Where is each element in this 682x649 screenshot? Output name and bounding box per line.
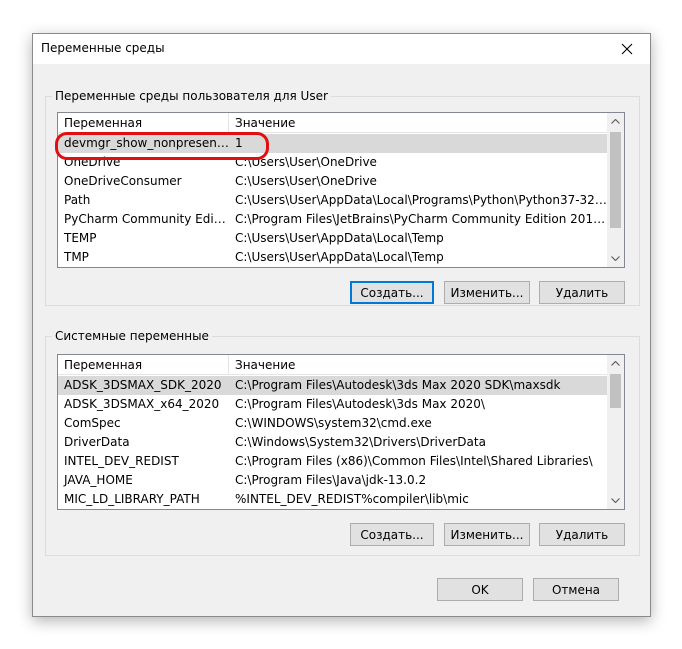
dialog-title: Переменные среды [41,41,165,55]
user-delete-button-label: Удалить [555,285,609,300]
scroll-thumb[interactable] [610,374,621,408]
cancel-button-label: Отмена [551,582,601,597]
system-list-header: Переменная Значение [58,355,607,375]
title-bar[interactable]: Переменные среды [33,34,650,64]
system-edit-button-label: Изменить... [450,527,524,542]
table-row[interactable]: PyCharm Community Edition C:\Program File… [58,210,607,229]
chevron-down-icon [611,256,620,261]
table-row[interactable]: ADSK_3DSMAX_x64_2020 C:\Program Files\Aut… [58,395,607,414]
scroll-down-button[interactable] [607,492,624,509]
variable-value-cell: C:\Users\User\AppData\Local\Programs\Pyt… [235,193,607,207]
system-variables-group-label: Системные переменные [52,329,212,343]
table-row[interactable]: TEMP C:\Users\User\AppData\Local\Temp [58,229,607,248]
variable-name-cell: TEMP [64,231,97,245]
variable-name-cell: INTEL_DEV_REDIST [64,454,179,468]
scroll-down-button[interactable] [607,250,624,267]
user-list-scrollbar[interactable] [607,113,624,267]
cancel-button[interactable]: Отмена [533,578,619,601]
table-row[interactable]: ComSpec C:\WINDOWS\system32\cmd.exe [58,414,607,433]
variable-name-cell: JAVA_HOME [64,473,133,487]
table-row[interactable]: JAVA_HOME C:\Program Files\Java\jdk-13.0.… [58,471,607,490]
table-row[interactable]: MIC_LD_LIBRARY_PATH %INTEL_DEV_REDIST%com… [58,490,607,509]
table-row[interactable]: TMP C:\Users\User\AppData\Local\Temp [58,248,607,267]
column-header-value[interactable]: Значение [229,355,607,375]
system-list-body: ADSK_3DSMAX_SDK_2020 C:\Program Files\Aut… [58,376,607,509]
user-variables-list[interactable]: Переменная Значение devmgr_show_nonprese… [57,112,625,268]
variable-value-cell: C:\Windows\System32\Drivers\DriverData [235,435,486,449]
chevron-down-icon [611,498,620,503]
system-variables-list[interactable]: Переменная Значение ADSK_3DSMAX_SDK_2020… [57,354,625,510]
system-delete-button[interactable]: Удалить [539,523,625,546]
system-new-button-label: Создать... [360,527,424,542]
variable-value-cell: C:\Program Files\Java\jdk-13.0.2 [235,473,427,487]
user-variables-group-label: Переменные среды пользователя для User [52,89,331,103]
close-button[interactable] [604,34,650,64]
variable-value-cell: C:\Users\User\AppData\Local\Temp [235,231,444,245]
variable-name-cell: devmgr_show_nonpresent_d... [64,136,229,150]
variable-name-cell: PyCharm Community Edition [64,212,229,226]
system-edit-button[interactable]: Изменить... [444,523,530,546]
user-list-header: Переменная Значение [58,113,607,133]
scroll-up-button[interactable] [607,113,624,130]
column-header-variable[interactable]: Переменная [58,113,229,133]
variable-value-cell: C:\Users\User\AppData\Local\Temp [235,250,444,264]
table-row[interactable]: DriverData C:\Windows\System32\Drivers\Dr… [58,433,607,452]
variable-value-cell: C:\WINDOWS\system32\cmd.exe [235,416,432,430]
user-edit-button[interactable]: Изменить... [444,281,530,304]
table-row[interactable]: OneDriveConsumer C:\Users\User\OneDrive [58,172,607,191]
variable-name-cell: ADSK_3DSMAX_SDK_2020 [64,378,222,392]
close-icon [621,43,633,55]
user-list-body: devmgr_show_nonpresent_d... 1 OneDrive C:\U… [58,134,607,267]
scroll-up-button[interactable] [607,355,624,372]
variable-name-cell: TMP [64,250,89,264]
variable-value-cell: C:\Program Files (x86)\Common Files\Inte… [235,454,593,468]
table-row[interactable]: INTEL_DEV_REDIST C:\Program Files (x86)\C… [58,452,607,471]
variable-value-cell: %INTEL_DEV_REDIST%compiler\lib\mic [235,492,469,506]
column-header-value[interactable]: Значение [229,113,607,133]
variable-name-cell: ADSK_3DSMAX_x64_2020 [64,397,220,411]
variable-name-cell: DriverData [64,435,130,449]
variable-name-cell: Path [64,193,91,207]
column-header-variable[interactable]: Переменная [58,355,229,375]
ok-button-label: OK [471,582,489,597]
system-new-button[interactable]: Создать... [350,523,434,546]
variable-value-cell: C:\Users\User\OneDrive [235,155,377,169]
variable-value-cell: C:\Program Files\JetBrains\PyCharm Commu… [235,212,607,226]
variable-value-cell: 1 [235,136,243,150]
variable-value-cell: C:\Users\User\OneDrive [235,174,377,188]
system-list-scrollbar[interactable] [607,355,624,509]
variable-name-cell: OneDrive [64,155,121,169]
variable-name-cell: MIC_LD_LIBRARY_PATH [64,492,200,506]
chevron-up-icon [611,119,620,124]
table-row[interactable]: Path C:\Users\User\AppData\Local\Programs… [58,191,607,210]
variable-name-cell: ComSpec [64,416,121,430]
user-new-button-label: Создать... [360,285,424,300]
environment-variables-dialog: Переменные среды Переменные среды пользо… [32,33,651,617]
variable-value-cell: C:\Program Files\Autodesk\3ds Max 2020 S… [235,378,561,392]
system-delete-button-label: Удалить [555,527,609,542]
user-delete-button[interactable]: Удалить [539,281,625,304]
user-new-button[interactable]: Создать... [350,281,434,304]
scroll-thumb[interactable] [610,132,621,228]
user-edit-button-label: Изменить... [450,285,524,300]
table-row[interactable]: devmgr_show_nonpresent_d... 1 [58,134,607,153]
chevron-up-icon [611,361,620,366]
ok-button[interactable]: OK [437,578,523,601]
table-row[interactable]: ADSK_3DSMAX_SDK_2020 C:\Program Files\Aut… [58,376,607,395]
variable-name-cell: OneDriveConsumer [64,174,182,188]
table-row[interactable]: OneDrive C:\Users\User\OneDrive [58,153,607,172]
variable-value-cell: C:\Program Files\Autodesk\3ds Max 2020\ [235,397,485,411]
